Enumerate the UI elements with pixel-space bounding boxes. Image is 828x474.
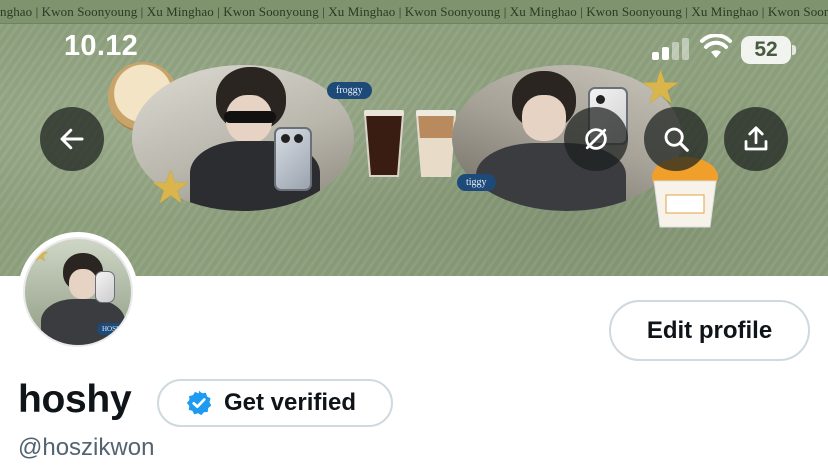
tiggy-tag: tiggy	[457, 174, 496, 191]
search-button[interactable]	[644, 107, 708, 171]
star-sticker: ★	[640, 61, 682, 113]
back-button[interactable]	[40, 107, 104, 171]
get-verified-label: Get verified	[224, 389, 357, 416]
display-name: hoshy	[18, 378, 132, 421]
battery-indicator: 52	[741, 36, 791, 64]
avatar[interactable]: ★ HOSHI	[18, 232, 138, 352]
star-sticker: ★	[150, 161, 192, 213]
status-time: 10.12	[64, 30, 139, 62]
arrow-left-icon	[60, 128, 84, 150]
wifi-icon	[700, 34, 732, 58]
user-handle: @hoszikwon	[18, 434, 155, 461]
star-sticker: ★	[31, 244, 49, 266]
get-verified-button[interactable]: Get verified	[157, 379, 393, 427]
avatar-image: ★ HOSHI	[23, 237, 133, 347]
profile-banner[interactable]: nghao | Kwon Soonyoung | Xu Minghao | Kw…	[0, 0, 828, 276]
eye-off-icon	[585, 128, 607, 150]
froggy-tag: froggy	[327, 82, 372, 99]
search-icon	[664, 127, 689, 152]
battery-cap	[792, 45, 796, 55]
verified-badge-icon	[186, 390, 212, 416]
share-button[interactable]	[724, 107, 788, 171]
iced-coffee-sticker	[363, 110, 405, 177]
hide-banner-button[interactable]	[564, 107, 628, 171]
edit-profile-button[interactable]: Edit profile	[609, 300, 810, 361]
cellular-signal-icon	[652, 38, 689, 60]
banner-ticker-text: nghao | Kwon Soonyoung | Xu Minghao | Kw…	[0, 0, 828, 24]
avatar-tag: HOSHI	[97, 323, 129, 335]
share-icon	[744, 126, 768, 151]
